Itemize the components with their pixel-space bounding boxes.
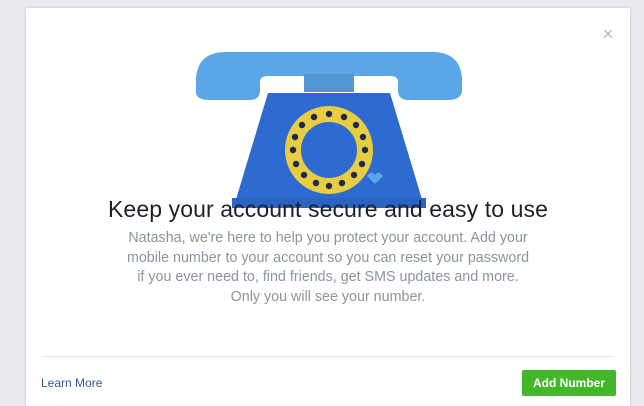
learn-more-link[interactable]: Learn More [41, 376, 102, 390]
dialog-title: Keep your account secure and easy to use [107, 196, 548, 222]
footer-divider [42, 356, 614, 357]
description-line: Natasha, we're here to help you protect … [128, 230, 528, 246]
dialog-description: Natasha, we're here to help you protect … [86, 229, 570, 307]
add-phone-dialog: × Keep your account secure and easy to u… [26, 8, 630, 406]
description-line: mobile number to your account so you can… [126, 249, 530, 266]
description-line: if you ever need to, find friends, get S… [137, 269, 519, 285]
telephone-icon [196, 52, 462, 208]
description-line: Only you will see your number. [230, 288, 426, 305]
close-icon[interactable]: × [600, 25, 616, 43]
add-number-button[interactable]: Add Number [522, 370, 616, 396]
